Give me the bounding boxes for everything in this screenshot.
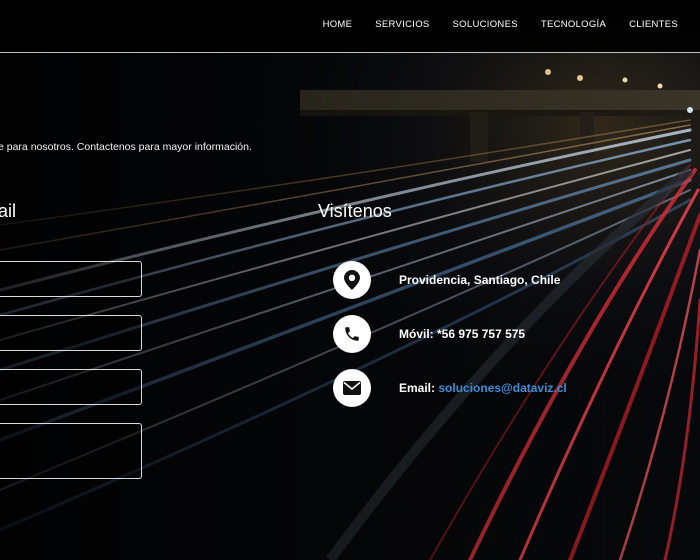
address-row: Providencia, Santiago, Chile [333,261,560,299]
phone-number: *56 975 757 575 [437,327,526,341]
nav-item-clientes[interactable]: CLIENTES [629,19,678,30]
subject-field[interactable] [0,369,142,405]
nav-item-servicios[interactable]: SERVICIOS [375,19,429,30]
email-field[interactable] [0,315,142,351]
phone-icon [333,315,371,353]
email-row: Email: soluciones@dataviz.cl [333,369,567,407]
visit-title: Visítenos [318,201,392,221]
nav-item-soluciones[interactable]: SOLUCIONES [453,19,518,30]
contact-form-title: ail [0,201,17,221]
map-pin-icon [333,261,371,299]
nav-item-home[interactable]: HOME [323,19,353,30]
name-field[interactable] [0,261,142,297]
phone-label: Móvil: [399,327,434,341]
email-link[interactable]: soluciones@dataviz.cl [438,381,566,395]
nav-item-tecnologia[interactable]: TECNOLOGÍA [541,19,606,30]
email-text: Email: soluciones@dataviz.cl [399,381,567,395]
address-text: Providencia, Santiago, Chile [399,273,561,287]
navbar: HOME SERVICIOS SOLUCIONES TECNOLOGÍA CLI… [0,0,700,53]
envelope-icon [333,369,371,407]
main-nav: HOME SERVICIOS SOLUCIONES TECNOLOGÍA CLI… [323,19,678,30]
intro-text: e para nosotros. Contactenos para mayor … [0,141,252,153]
message-field[interactable] [0,423,142,479]
phone-text: Móvil: *56 975 757 575 [399,327,525,341]
email-label: Email: [399,381,436,395]
phone-row: Móvil: *56 975 757 575 [333,315,525,353]
